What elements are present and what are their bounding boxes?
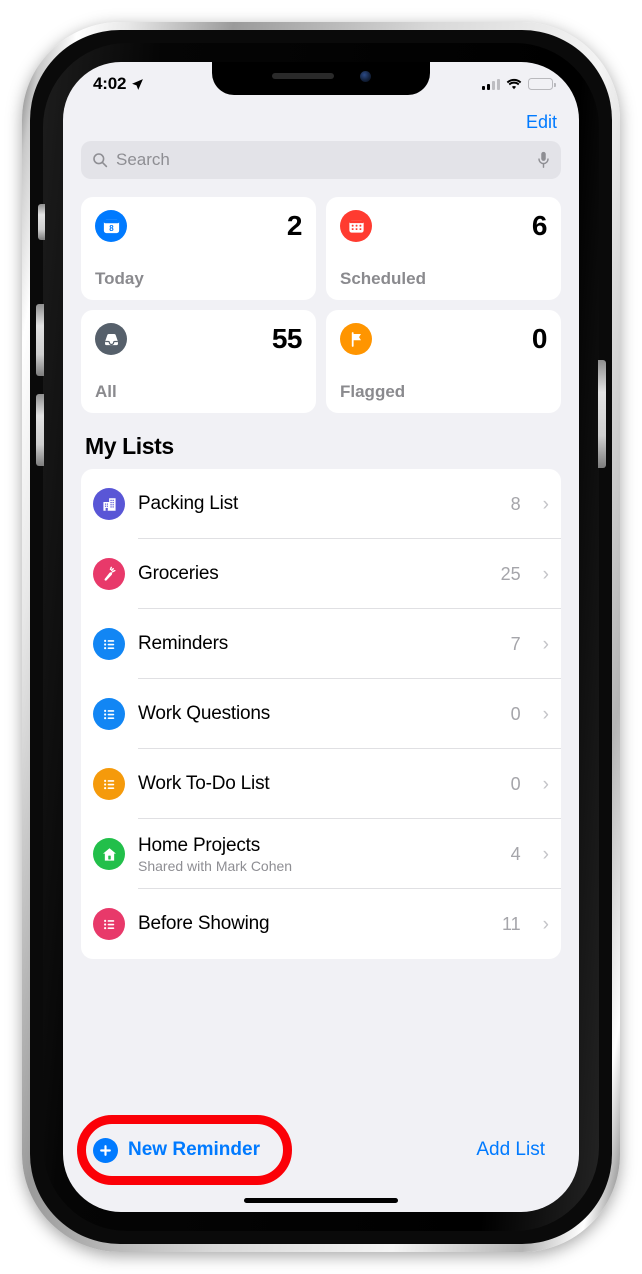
list-item-name: Home Projects xyxy=(138,834,260,856)
list-item-count: 25 xyxy=(500,563,521,584)
location-arrow-icon xyxy=(131,78,144,91)
chevron-right-icon: › xyxy=(542,913,549,935)
volume-up-button[interactable] xyxy=(36,304,44,376)
smart-lists-grid: 8 2 Today 6 Scheduled 55 All 0 Flagged xyxy=(81,197,561,413)
chevron-right-icon: › xyxy=(542,493,549,515)
smart-card-label: Today xyxy=(95,269,144,288)
chevron-right-icon: › xyxy=(542,843,549,865)
battery-icon xyxy=(528,78,556,90)
list-item-count: 11 xyxy=(501,913,521,934)
list-item-text: Work Questions xyxy=(138,703,498,725)
microphone-icon[interactable] xyxy=(537,151,550,169)
list-item-text: Packing List xyxy=(138,493,498,515)
list-item-text: Groceries xyxy=(138,563,488,585)
chevron-right-icon: › xyxy=(542,563,549,585)
smart-card-count: 2 xyxy=(286,210,303,241)
list-item-count: 0 xyxy=(510,773,521,794)
list-item-text: Home Projects Shared with Mark Cohen xyxy=(138,835,498,874)
list-item-name: Groceries xyxy=(138,563,219,584)
building-icon xyxy=(93,488,125,520)
list-item-name: Packing List xyxy=(138,493,239,514)
svg-text:8: 8 xyxy=(109,223,114,232)
home-indicator[interactable] xyxy=(244,1198,398,1203)
power-button[interactable] xyxy=(598,360,606,468)
bullet-list-icon xyxy=(93,908,125,940)
smart-card-all[interactable]: 55 All xyxy=(81,310,316,413)
phone-screen: 4:02 Edit Search 8 2 Today 6 Scheduled 5… xyxy=(63,62,579,1212)
my-lists-card: Packing List 8 › Groceries 25 › Reminder… xyxy=(81,469,561,959)
mute-switch[interactable] xyxy=(38,204,45,240)
calendar-grid-icon xyxy=(340,210,372,242)
status-bar-left: 4:02 xyxy=(93,74,144,94)
smart-card-label: Flagged xyxy=(340,382,406,401)
my-lists-heading: My Lists xyxy=(85,433,174,459)
smart-card-count: 0 xyxy=(531,323,548,354)
bullet-list-icon xyxy=(93,698,125,730)
list-item-work-questions[interactable]: Work Questions 0 › xyxy=(81,679,561,749)
volume-down-button[interactable] xyxy=(36,394,44,466)
list-item-groceries[interactable]: Groceries 25 › xyxy=(81,539,561,609)
smart-card-count: 6 xyxy=(531,210,548,241)
smart-card-today[interactable]: 8 2 Today xyxy=(81,197,316,300)
smart-card-label: All xyxy=(95,382,117,401)
wifi-icon xyxy=(506,78,522,90)
status-time: 4:02 xyxy=(93,74,127,93)
add-list-button[interactable]: Add List xyxy=(476,1139,545,1161)
new-reminder-label: New Reminder xyxy=(128,1139,260,1160)
search-input[interactable]: Search xyxy=(81,141,561,179)
list-item-before-showing[interactable]: Before Showing 11 › xyxy=(81,889,561,959)
new-reminder-button[interactable]: New Reminder xyxy=(93,1137,260,1163)
smart-card-count: 55 xyxy=(271,323,303,354)
smart-card-header: 55 xyxy=(95,323,303,355)
list-item-count: 7 xyxy=(510,633,521,654)
search-placeholder: Search xyxy=(116,150,170,169)
list-item-name: Reminders xyxy=(138,633,229,654)
bullet-list-icon xyxy=(93,628,125,660)
carrot-icon xyxy=(93,558,125,590)
list-item-text: Work To-Do List xyxy=(138,773,498,795)
plus-circle-icon xyxy=(93,1137,118,1163)
chevron-right-icon: › xyxy=(542,773,549,795)
list-item-home-projects[interactable]: Home Projects Shared with Mark Cohen 4 › xyxy=(81,819,561,889)
navigation-bar: Edit xyxy=(81,106,561,141)
list-item-count: 8 xyxy=(510,493,521,514)
list-item-count: 0 xyxy=(510,703,521,724)
flag-icon xyxy=(340,323,372,355)
calendar-day-icon: 8 xyxy=(95,210,127,242)
list-item-text: Before Showing xyxy=(138,913,489,935)
list-item-work-to-do-list[interactable]: Work To-Do List 0 › xyxy=(81,749,561,819)
list-item-name: Before Showing xyxy=(138,913,270,934)
status-bar: 4:02 xyxy=(63,62,579,106)
list-item-subtitle: Shared with Mark Cohen xyxy=(138,857,293,874)
bullet-list-icon xyxy=(93,768,125,800)
smart-card-header: 6 xyxy=(340,210,548,242)
list-item-name: Work Questions xyxy=(138,703,271,724)
status-bar-right xyxy=(482,78,556,90)
cellular-signal-icon xyxy=(482,78,500,90)
smart-card-flagged[interactable]: 0 Flagged xyxy=(326,310,561,413)
app-content: Edit Search 8 2 Today 6 Scheduled 55 All… xyxy=(63,106,579,959)
list-item-count: 4 xyxy=(510,843,521,864)
list-item-name: Work To-Do List xyxy=(138,773,270,794)
list-item-reminders[interactable]: Reminders 7 › xyxy=(81,609,561,679)
house-icon xyxy=(93,838,125,870)
inbox-tray-icon xyxy=(95,323,127,355)
edit-button[interactable]: Edit xyxy=(526,112,557,133)
smart-card-header: 0 xyxy=(340,323,548,355)
chevron-right-icon: › xyxy=(542,703,549,725)
smart-card-scheduled[interactable]: 6 Scheduled xyxy=(326,197,561,300)
chevron-right-icon: › xyxy=(542,633,549,655)
bottom-toolbar: New Reminder Add List xyxy=(63,1128,579,1172)
smart-card-label: Scheduled xyxy=(340,269,426,288)
list-item-text: Reminders xyxy=(138,633,498,655)
search-icon xyxy=(92,152,108,168)
list-item-packing-list[interactable]: Packing List 8 › xyxy=(81,469,561,539)
smart-card-header: 8 2 xyxy=(95,210,303,242)
